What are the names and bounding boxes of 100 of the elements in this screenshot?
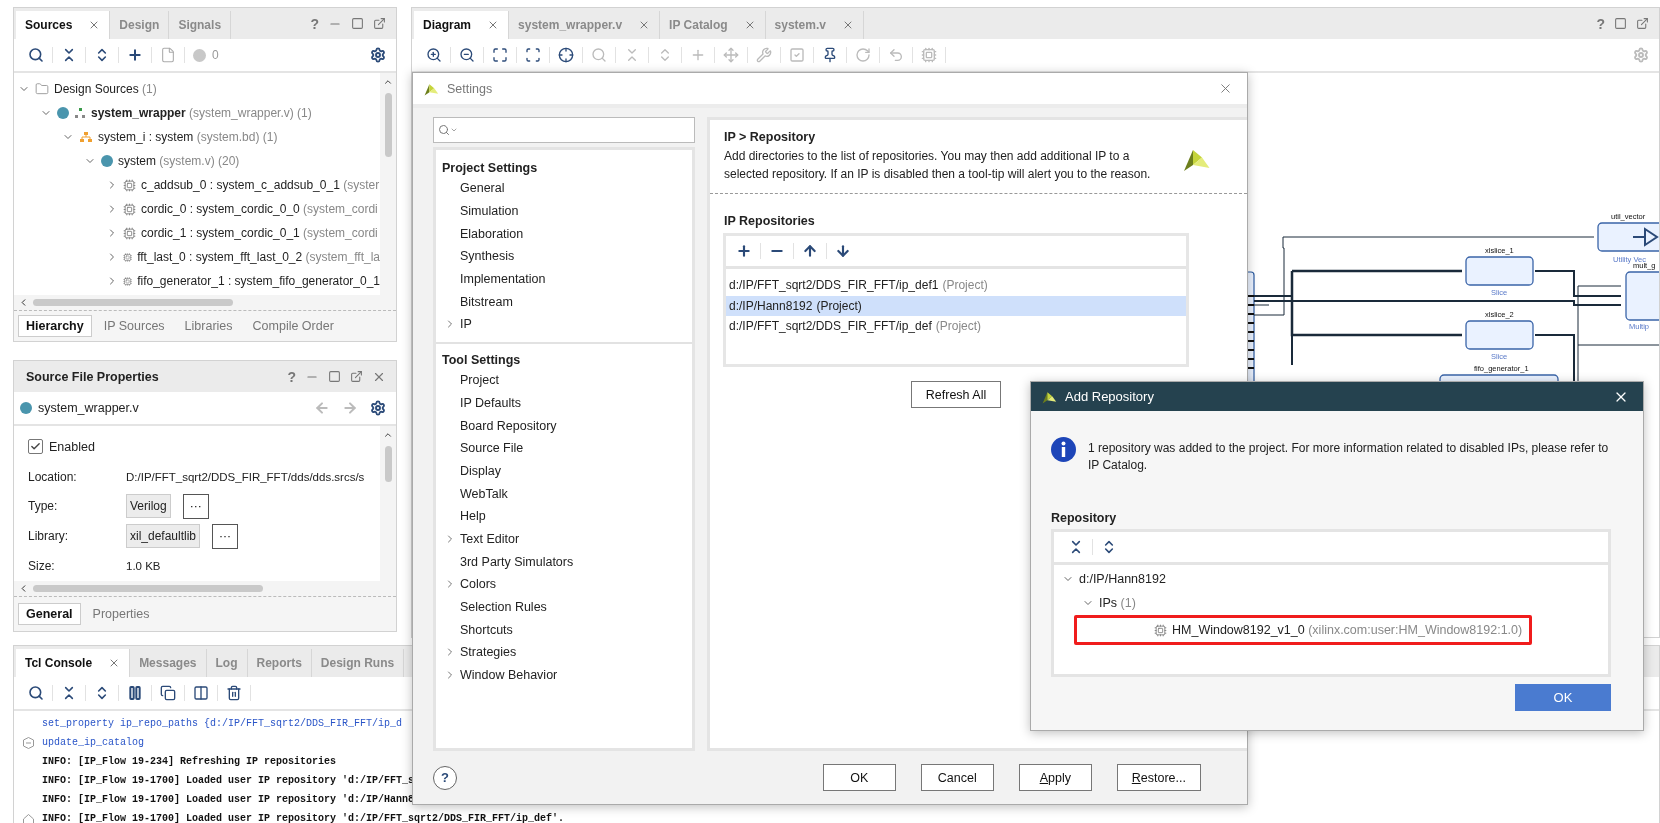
help-button[interactable]: ? <box>433 765 457 790</box>
wrench-icon[interactable] <box>756 47 772 63</box>
zoom-out-icon[interactable] <box>459 47 475 63</box>
tab[interactable]: Tcl Console <box>16 649 131 677</box>
dialog-button[interactable]: Apply <box>1018 764 1092 791</box>
scrollbar-thumb[interactable] <box>384 446 392 482</box>
chip-icon[interactable] <box>921 47 937 63</box>
ok-button[interactable]: OK <box>1515 684 1611 711</box>
scroll-up-icon[interactable] <box>383 430 393 440</box>
tree-item[interactable]: system_i : system (system.bd) (1) <box>14 125 380 149</box>
nav-item[interactable]: Strategies <box>436 641 692 664</box>
nav-item[interactable]: Simulation <box>436 199 692 223</box>
float-icon[interactable] <box>1636 17 1649 30</box>
tree-item[interactable]: system_wrapper (system_wrapper.v) (1) <box>14 101 380 125</box>
add-icon[interactable] <box>736 243 752 259</box>
move-up-icon[interactable] <box>802 243 818 259</box>
tree-item[interactable]: IPs (1) <box>1054 591 1608 615</box>
tab[interactable]: General <box>18 603 81 625</box>
nav-item[interactable]: Help <box>436 504 692 528</box>
refresh-icon[interactable] <box>855 47 871 63</box>
nav-item[interactable]: Window Behavior <box>436 663 692 687</box>
nav-item[interactable]: Selection Rules <box>436 595 692 619</box>
repository-row[interactable]: d:/IP/Hann8192 (Project) <box>726 295 1186 316</box>
vertical-scrollbar[interactable] <box>380 73 396 295</box>
select-area-icon[interactable] <box>525 47 541 63</box>
move-down-icon[interactable] <box>835 243 851 259</box>
tab[interactable]: IP Sources <box>95 315 173 337</box>
scroll-up-icon[interactable] <box>383 77 393 87</box>
nav-item[interactable]: 3rd Party Simulators <box>436 550 692 573</box>
nav-item[interactable]: IP <box>436 313 692 336</box>
nav-item[interactable]: WebTalk <box>436 482 692 505</box>
nav-item[interactable]: Implementation <box>436 267 692 291</box>
nav-item[interactable]: Project <box>436 368 692 392</box>
nav-item[interactable]: Colors <box>436 573 692 596</box>
scrollbar-thumb[interactable] <box>33 299 233 306</box>
nav-item[interactable]: Board Repository <box>436 414 692 437</box>
nav-item[interactable]: Synthesis <box>436 245 692 268</box>
fit-view-icon[interactable] <box>492 47 508 63</box>
nav-item[interactable]: Bitstream <box>436 290 692 314</box>
browse-button[interactable]: ··· <box>212 523 239 549</box>
settings-icon[interactable] <box>370 47 386 63</box>
checkbox[interactable] <box>28 439 43 455</box>
browse-button[interactable]: ··· <box>182 494 209 519</box>
tab[interactable]: Properties <box>84 603 158 625</box>
tab[interactable]: Libraries <box>176 315 241 337</box>
move-icon[interactable] <box>723 47 739 63</box>
vertical-scrollbar[interactable] <box>380 426 396 581</box>
dropdown-field[interactable]: Verilog <box>126 494 171 519</box>
help-icon[interactable]: ? <box>1596 15 1605 32</box>
tab[interactable]: Diagram <box>414 11 510 39</box>
tab[interactable]: Sources <box>16 11 111 39</box>
tab[interactable]: Hierarchy <box>18 315 92 337</box>
repository-row[interactable]: d:/IP/FFT_sqrt2/DDS_FIR_FFT/ip_def1 (Project) <box>726 275 1186 296</box>
maximize-icon[interactable] <box>1614 17 1627 30</box>
dialog-button[interactable]: OK <box>822 764 896 791</box>
help-icon[interactable]: ? <box>310 15 319 32</box>
float-icon[interactable] <box>350 370 363 383</box>
fold-icon[interactable] <box>22 736 34 749</box>
tree-item[interactable]: c_addsub_0 : system_c_addsub_0_1 (syster <box>14 173 380 197</box>
nav-item[interactable]: Shortcuts <box>436 618 692 642</box>
search-field[interactable] <box>433 117 695 143</box>
tree-item[interactable]: d:/IP/Hann8192 <box>1054 567 1608 591</box>
refresh-all-button[interactable]: Refresh All <box>910 381 1002 408</box>
scrollbar-thumb[interactable] <box>384 93 392 157</box>
copy-icon[interactable] <box>160 685 176 701</box>
float-icon[interactable] <box>373 17 386 30</box>
nav-item[interactable]: General <box>436 177 692 200</box>
dropdown-field[interactable]: xil_defaultlib <box>126 524 201 549</box>
fold-end-icon[interactable] <box>22 813 34 823</box>
forward-icon[interactable] <box>342 400 358 416</box>
tree-item[interactable]: fifo_generator_1 : system_fifo_generator_0_1 <box>14 269 380 293</box>
nav-item[interactable]: Display <box>436 459 692 483</box>
nav-item[interactable]: Elaboration <box>436 222 692 246</box>
nav-item[interactable]: Text Editor <box>436 527 692 551</box>
pin-icon[interactable] <box>822 47 838 63</box>
zoom-in-icon[interactable] <box>426 47 442 63</box>
document-icon[interactable] <box>160 47 176 63</box>
trash-icon[interactable] <box>226 685 242 701</box>
tree-item[interactable]: Design Sources (1) <box>14 77 380 101</box>
settings-icon[interactable] <box>370 400 386 416</box>
pause-icon[interactable] <box>127 685 143 701</box>
tree-item[interactable]: fft_last_0 : system_fft_last_0_2 (system_fft_la <box>14 245 380 269</box>
tab[interactable]: Compile Order <box>244 315 342 337</box>
maximize-icon[interactable] <box>351 17 364 30</box>
nav-item[interactable]: Source File <box>436 436 692 460</box>
scrollbar-thumb[interactable] <box>33 585 263 592</box>
repository-row[interactable]: d:/IP/FFT_sqrt2/DDS_FIR_FFT/ip_def (Project) <box>726 316 1186 337</box>
dialog-button[interactable]: Cancel <box>920 764 994 791</box>
tree-item[interactable]: system (system.v) (20) <box>14 149 380 173</box>
tree-item[interactable]: cordic_1 : system_cordic_0_1 (system_cordi <box>14 221 380 245</box>
maximize-icon[interactable] <box>328 370 341 383</box>
columns-icon[interactable] <box>193 685 209 701</box>
back-icon[interactable] <box>314 400 330 416</box>
crosshair-icon[interactable] <box>558 47 574 63</box>
undo-icon[interactable] <box>888 47 904 63</box>
help-icon[interactable]: ? <box>287 368 296 385</box>
dialog-button[interactable]: Restore... <box>1116 764 1201 791</box>
nav-item[interactable]: IP Defaults <box>436 391 692 415</box>
search-icon[interactable] <box>28 685 44 701</box>
tree-item[interactable]: cordic_0 : system_cordic_0_0 (system_cordi <box>14 197 380 221</box>
